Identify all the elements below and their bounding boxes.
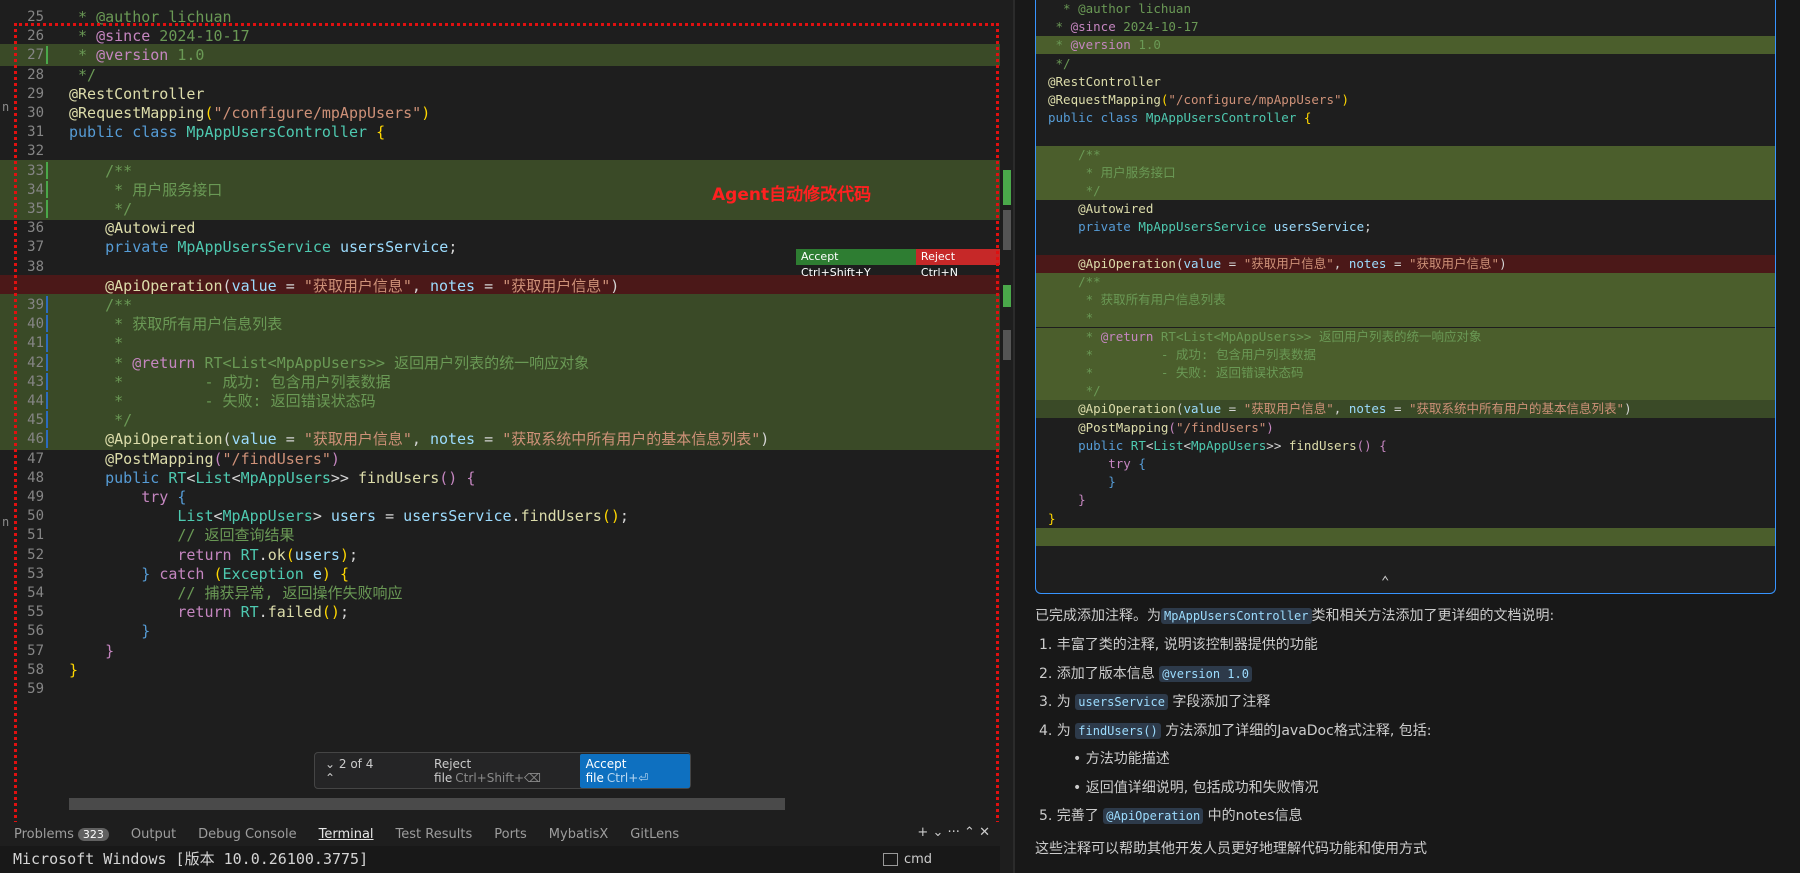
chat-code-line: * - 失败: 返回错误状态码 [1036,364,1775,382]
chat-code-line: /** [1036,273,1775,291]
chat-code-line: } [1048,492,1086,508]
chat-code-line: * @since 2024-10-17 [1048,19,1199,35]
chat-code-line: @PostMapping("/findUsers") [1048,419,1274,435]
tab-gitlens[interactable]: GitLens [630,827,679,842]
diff-gutter-marker [46,334,48,353]
diff-gutter-marker [46,430,48,449]
chat-code-line: */ [1036,182,1775,200]
inline-code: usersService [1075,694,1168,710]
tab-problems[interactable]: Problems 323 [14,827,109,842]
problems-count-badge: 323 [77,827,109,841]
chevron-up-icon[interactable]: ⌃ [325,771,335,785]
minimap-slider [1003,330,1011,360]
chat-code-line [1036,127,1775,145]
chat-code-line: /** [1036,145,1775,164]
panel-actions: + ⌄ ··· ⌃ ✕ [917,825,990,840]
more-icon[interactable]: ··· [948,825,960,840]
minimap-added-marker [1003,170,1011,205]
editor-scrollbar[interactable] [1003,0,1013,822]
list-item: • 方法功能描述 [1073,751,1170,767]
close-icon[interactable]: ✕ [979,825,990,840]
inline-code: @version 1.0 [1159,665,1252,682]
diff-gutter-marker [46,315,48,334]
diff-gutter-marker [46,200,48,218]
chat-code-line: @RestController [1048,73,1161,89]
reject-file-button[interactable]: Reject file Ctrl+Shift+⌫ [434,757,570,785]
diff-gutter-marker [46,392,48,410]
tab-mybatisx[interactable]: MybatisX [549,827,609,842]
chat-code-line: */ [1036,382,1775,401]
chat-code-line: * @version 1.0 [1036,36,1775,55]
inline-code: @ApiOperation [1103,808,1204,824]
chat-code-line: } [1048,474,1116,490]
chat-code-line: public class MpAppUsersController { [1048,110,1312,126]
diff-gutter-marker [46,46,48,65]
terminal-instance[interactable]: cmd [883,852,932,867]
chevron-down-icon[interactable]: ⌄ [932,825,943,840]
list-item: 1. 丰富了类的注释, 说明该控制器提供的功能 [1039,637,1318,653]
horizontal-scrollbar[interactable] [69,798,785,810]
annotation-label: Agent自动修改代码 [712,185,872,205]
chat-code-line: * @author lichuan [1048,1,1191,16]
terminal-output[interactable]: Microsoft Windows [版本 10.0.26100.3775] [0,846,1000,873]
list-item: 5. 完善了 @ApiOperation 中的notes信息 [1039,808,1303,824]
chat-code-line: private MpAppUsersService usersService; [1048,219,1372,235]
chevron-up-icon[interactable]: ⌃ [964,825,975,840]
chat-panel: * @author lichuan * @since 2024-10-17 * … [1015,0,1800,873]
accept-file-button[interactable]: Accept file Ctrl+⏎ [579,753,690,788]
chat-code-line: * - 成功: 包含用户列表数据 [1036,345,1775,364]
list-item: 4. 为 findUsers() 方法添加了详细的JavaDoc格式注释, 包括… [1039,722,1432,739]
diff-counter[interactable]: ⌄ 2 of 4 ⌃ [325,757,382,785]
diff-gutter-marker [46,161,48,180]
minimap-slider[interactable] [1003,210,1011,250]
chat-scrollbar[interactable] [1791,0,1799,873]
tab-debug-console[interactable]: Debug Console [198,827,297,842]
diff-gutter-marker [46,296,48,314]
chevron-down-icon[interactable]: ⌄ [325,757,335,771]
tab-terminal[interactable]: Terminal [319,827,374,842]
code-editor[interactable]: n n 25 * @author lichuan 26 * @since 2024… [0,0,1000,822]
line-number: 59 [27,681,44,697]
diff-navigation-bar: ⌄ 2 of 4 ⌃ Reject file Ctrl+Shift+⌫ Accep… [314,752,691,789]
collapse-chevron-icon[interactable]: ⌃ [1381,574,1389,590]
panel-tab-bar: Problems 323 Output Debug Console Termina… [0,822,1000,846]
chat-code-line: * [1036,309,1775,328]
chat-code-line: try { [1048,456,1146,471]
inline-diff-actions: Accept Ctrl+Shift+Y Reject Ctrl+N [796,249,1000,279]
diff-gutter-marker [46,411,48,430]
chat-code-line [1036,527,1775,546]
chat-code-line: @RequestMapping("/configure/mpAppUsers") [1048,92,1350,107]
chat-code-line: * 用户服务接口 [1036,163,1775,182]
chat-code-line: @ApiOperation(value = "获取用户信息", notes = … [1036,254,1775,273]
inline-code: findUsers() [1075,722,1161,739]
list-item: • 返回值详细说明, 包括成功和失败情况 [1073,779,1319,796]
tab-test-results[interactable]: Test Results [396,827,473,842]
chat-code-line: */ [1048,55,1071,71]
chat-code-line: public RT<List<MpAppUsers>> findUsers() … [1048,437,1387,453]
chat-code-block[interactable]: * @author lichuan * @since 2024-10-17 * … [1035,0,1776,594]
closing-line: 这些注释可以帮助其他开发人员更好地理解代码功能和使用方式 [1035,841,1427,857]
chat-code-line [1036,237,1775,255]
list-item: 3. 为 usersService 字段添加了注释 [1039,694,1271,710]
chat-code-line: * @return RT<List<MpAppUsers>> 返回用户列表的统一… [1036,327,1775,346]
diff-gutter-marker [46,372,48,391]
chat-code-line: @Autowired [1048,201,1154,217]
chat-code-line: * 获取所有用户信息列表 [1036,291,1775,310]
accept-change-button[interactable]: Accept Ctrl+Shift+Y [796,249,916,279]
reject-change-button[interactable]: Reject Ctrl+N [915,249,1000,279]
tab-ports[interactable]: Ports [494,827,527,842]
summary-line: 已完成添加注释。为 MpAppUsersController 类和相关方法添加了更详… [1035,608,1555,624]
diff-gutter-marker [46,353,48,372]
tab-output[interactable]: Output [131,827,176,842]
terminal-icon [883,853,898,866]
list-item: 2. 添加了版本信息 @version 1.0 [1039,663,1252,683]
add-terminal-icon[interactable]: + [917,825,928,840]
diff-gutter-marker [46,180,48,199]
code-line[interactable]: 59 [0,678,1000,700]
chat-code-line: @ApiOperation(value = "获取用户信息", notes = … [1036,400,1775,419]
minimap-added-marker [1003,285,1011,307]
chat-code-line: } [1048,510,1056,526]
